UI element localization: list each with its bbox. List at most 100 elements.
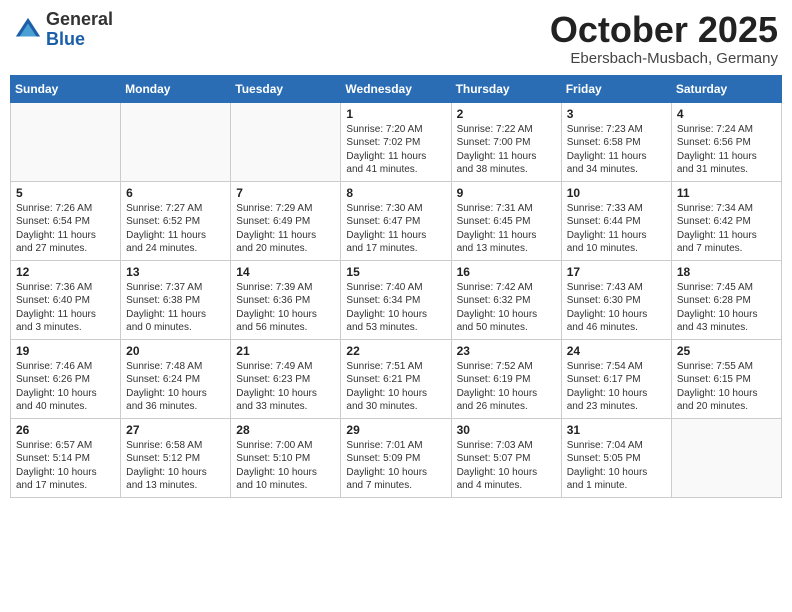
logo-text: General Blue [46, 10, 113, 50]
day-number: 11 [677, 186, 776, 200]
calendar-cell [121, 102, 231, 181]
calendar-week-row: 19Sunrise: 7:46 AM Sunset: 6:26 PM Dayli… [11, 339, 782, 418]
day-info: Sunrise: 7:37 AM Sunset: 6:38 PM Dayligh… [126, 281, 225, 335]
day-number: 23 [457, 344, 556, 358]
calendar-table: SundayMondayTuesdayWednesdayThursdayFrid… [10, 75, 782, 498]
day-info: Sunrise: 7:31 AM Sunset: 6:45 PM Dayligh… [457, 202, 556, 256]
logo-icon [14, 16, 42, 44]
logo-blue-text: Blue [46, 30, 113, 50]
calendar-cell: 21Sunrise: 7:49 AM Sunset: 6:23 PM Dayli… [231, 339, 341, 418]
day-number: 31 [567, 423, 666, 437]
day-info: Sunrise: 7:48 AM Sunset: 6:24 PM Dayligh… [126, 360, 225, 414]
calendar-cell: 1Sunrise: 7:20 AM Sunset: 7:02 PM Daylig… [341, 102, 451, 181]
day-header-thursday: Thursday [451, 75, 561, 102]
calendar-cell: 13 Sunrise: 7:37 AM Sunset: 6:38 PM Dayli… [121, 260, 231, 339]
calendar-cell: 8 Sunrise: 7:30 AM Sunset: 6:47 PM Daylig… [341, 181, 451, 260]
day-number: 30 [457, 423, 556, 437]
day-number: 25 [677, 344, 776, 358]
day-info: Sunrise: 7:45 AM Sunset: 6:28 PM Dayligh… [677, 281, 776, 335]
calendar-cell: 3 Sunrise: 7:23 AM Sunset: 6:58 PM Daylig… [561, 102, 671, 181]
day-info: Sunrise: 7:36 AM Sunset: 6:40 PM Dayligh… [16, 281, 115, 335]
calendar-cell: 4 Sunrise: 7:24 AM Sunset: 6:56 PM Daylig… [671, 102, 781, 181]
day-header-saturday: Saturday [671, 75, 781, 102]
calendar-cell: 23 Sunrise: 7:52 AM Sunset: 6:19 PM Dayli… [451, 339, 561, 418]
logo: General Blue [14, 10, 113, 50]
day-info: Sunrise: 7:24 AM Sunset: 6:56 PM Dayligh… [677, 123, 776, 177]
day-header-monday: Monday [121, 75, 231, 102]
day-info: Sunrise: 7:26 AM Sunset: 6:54 PM Dayligh… [16, 202, 115, 256]
title-block: October 2025 Ebersbach-Musbach, Germany [550, 10, 778, 67]
day-info: Sunrise: 7:54 AM Sunset: 6:17 PM Dayligh… [567, 360, 666, 414]
calendar-cell: 28Sunrise: 7:00 AM Sunset: 5:10 PM Dayli… [231, 418, 341, 497]
calendar-cell: 6 Sunrise: 7:27 AM Sunset: 6:52 PM Daylig… [121, 181, 231, 260]
calendar-week-row: 12Sunrise: 7:36 AM Sunset: 6:40 PM Dayli… [11, 260, 782, 339]
day-info: Sunrise: 7:39 AM Sunset: 6:36 PM Dayligh… [236, 281, 335, 335]
calendar-cell: 9 Sunrise: 7:31 AM Sunset: 6:45 PM Daylig… [451, 181, 561, 260]
day-info: Sunrise: 7:03 AM Sunset: 5:07 PM Dayligh… [457, 439, 556, 493]
day-info: Sunrise: 7:46 AM Sunset: 6:26 PM Dayligh… [16, 360, 115, 414]
day-number: 24 [567, 344, 666, 358]
day-info: Sunrise: 7:22 AM Sunset: 7:00 PM Dayligh… [457, 123, 556, 177]
calendar-cell: 26Sunrise: 6:57 AM Sunset: 5:14 PM Dayli… [11, 418, 121, 497]
day-number: 5 [16, 186, 115, 200]
day-info: Sunrise: 7:42 AM Sunset: 6:32 PM Dayligh… [457, 281, 556, 335]
day-info: Sunrise: 7:51 AM Sunset: 6:21 PM Dayligh… [346, 360, 445, 414]
calendar-cell [671, 418, 781, 497]
day-number: 15 [346, 265, 445, 279]
calendar-cell: 10Sunrise: 7:33 AM Sunset: 6:44 PM Dayli… [561, 181, 671, 260]
calendar-week-row: 5 Sunrise: 7:26 AM Sunset: 6:54 PM Daylig… [11, 181, 782, 260]
calendar-cell: 19Sunrise: 7:46 AM Sunset: 6:26 PM Dayli… [11, 339, 121, 418]
calendar-cell: 27 Sunrise: 6:58 AM Sunset: 5:12 PM Dayli… [121, 418, 231, 497]
day-number: 9 [457, 186, 556, 200]
day-number: 1 [346, 107, 445, 121]
page-header: General Blue October 2025 Ebersbach-Musb… [10, 10, 782, 67]
day-number: 20 [126, 344, 225, 358]
calendar-cell: 20 Sunrise: 7:48 AM Sunset: 6:24 PM Dayli… [121, 339, 231, 418]
calendar-cell: 25 Sunrise: 7:55 AM Sunset: 6:15 PM Dayli… [671, 339, 781, 418]
calendar-cell: 18 Sunrise: 7:45 AM Sunset: 6:28 PM Dayli… [671, 260, 781, 339]
day-header-wednesday: Wednesday [341, 75, 451, 102]
day-header-friday: Friday [561, 75, 671, 102]
day-number: 6 [126, 186, 225, 200]
day-info: Sunrise: 6:58 AM Sunset: 5:12 PM Dayligh… [126, 439, 225, 493]
calendar-week-row: 1Sunrise: 7:20 AM Sunset: 7:02 PM Daylig… [11, 102, 782, 181]
day-info: Sunrise: 7:23 AM Sunset: 6:58 PM Dayligh… [567, 123, 666, 177]
calendar-cell: 30 Sunrise: 7:03 AM Sunset: 5:07 PM Dayli… [451, 418, 561, 497]
day-info: Sunrise: 7:30 AM Sunset: 6:47 PM Dayligh… [346, 202, 445, 256]
day-number: 14 [236, 265, 335, 279]
day-info: Sunrise: 7:29 AM Sunset: 6:49 PM Dayligh… [236, 202, 335, 256]
day-number: 8 [346, 186, 445, 200]
day-info: Sunrise: 7:52 AM Sunset: 6:19 PM Dayligh… [457, 360, 556, 414]
logo-general-text: General [46, 10, 113, 30]
calendar-cell: 24 Sunrise: 7:54 AM Sunset: 6:17 PM Dayli… [561, 339, 671, 418]
day-number: 10 [567, 186, 666, 200]
day-number: 3 [567, 107, 666, 121]
day-info: Sunrise: 7:34 AM Sunset: 6:42 PM Dayligh… [677, 202, 776, 256]
calendar-cell: 2Sunrise: 7:22 AM Sunset: 7:00 PM Daylig… [451, 102, 561, 181]
day-info: Sunrise: 7:01 AM Sunset: 5:09 PM Dayligh… [346, 439, 445, 493]
day-number: 26 [16, 423, 115, 437]
calendar-cell: 29Sunrise: 7:01 AM Sunset: 5:09 PM Dayli… [341, 418, 451, 497]
day-number: 22 [346, 344, 445, 358]
day-info: Sunrise: 7:04 AM Sunset: 5:05 PM Dayligh… [567, 439, 666, 493]
day-header-tuesday: Tuesday [231, 75, 341, 102]
day-number: 28 [236, 423, 335, 437]
calendar-cell: 31 Sunrise: 7:04 AM Sunset: 5:05 PM Dayli… [561, 418, 671, 497]
day-info: Sunrise: 7:27 AM Sunset: 6:52 PM Dayligh… [126, 202, 225, 256]
calendar-cell [231, 102, 341, 181]
day-number: 4 [677, 107, 776, 121]
calendar-cell: 15 Sunrise: 7:40 AM Sunset: 6:34 PM Dayli… [341, 260, 451, 339]
day-number: 27 [126, 423, 225, 437]
day-info: Sunrise: 7:43 AM Sunset: 6:30 PM Dayligh… [567, 281, 666, 335]
day-number: 21 [236, 344, 335, 358]
calendar-cell: 17Sunrise: 7:43 AM Sunset: 6:30 PM Dayli… [561, 260, 671, 339]
day-number: 18 [677, 265, 776, 279]
calendar-subtitle: Ebersbach-Musbach, Germany [550, 50, 778, 67]
calendar-cell: 11 Sunrise: 7:34 AM Sunset: 6:42 PM Dayli… [671, 181, 781, 260]
calendar-cell: 14 Sunrise: 7:39 AM Sunset: 6:36 PM Dayli… [231, 260, 341, 339]
day-info: Sunrise: 7:55 AM Sunset: 6:15 PM Dayligh… [677, 360, 776, 414]
day-number: 16 [457, 265, 556, 279]
day-info: Sunrise: 7:40 AM Sunset: 6:34 PM Dayligh… [346, 281, 445, 335]
calendar-cell: 22 Sunrise: 7:51 AM Sunset: 6:21 PM Dayli… [341, 339, 451, 418]
day-number: 13 [126, 265, 225, 279]
